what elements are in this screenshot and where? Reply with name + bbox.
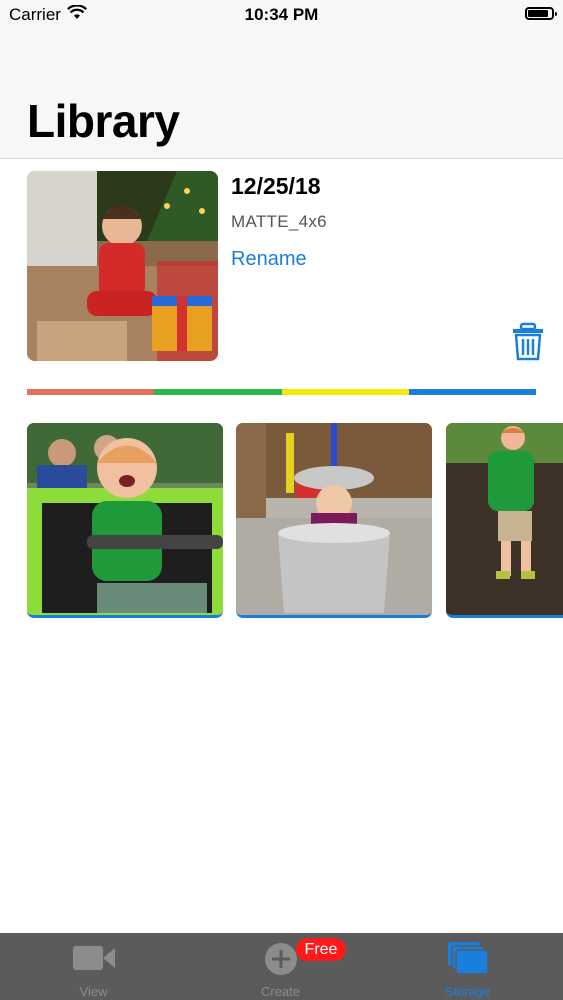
video-camera-icon bbox=[72, 946, 115, 970]
clock: 10:34 PM bbox=[244, 5, 319, 24]
color-segment-blue bbox=[408, 389, 536, 395]
photo-thumbnail[interactable] bbox=[446, 423, 563, 618]
tab-create[interactable]: Create bbox=[187, 933, 374, 1000]
tab-storage[interactable]: Storage bbox=[374, 933, 561, 1000]
photo-thumbnail[interactable] bbox=[236, 423, 432, 618]
card-date: 12/25/18 bbox=[231, 173, 321, 199]
cover-thumbnail[interactable] bbox=[27, 171, 218, 361]
photo-kid-in-trash-can bbox=[236, 423, 432, 615]
battery-icon bbox=[525, 7, 557, 20]
tab-view-label: View bbox=[79, 984, 108, 999]
photo-kid-in-dirt bbox=[446, 423, 563, 615]
color-progress-bar bbox=[27, 389, 536, 395]
tab-bar: View Create Storage bbox=[0, 933, 563, 1000]
stacked-folders-icon bbox=[447, 942, 489, 975]
page-title: Library bbox=[27, 95, 180, 147]
card-format: MATTE_4x6 bbox=[231, 212, 327, 231]
navigation-header: Library bbox=[0, 30, 563, 159]
tab-view[interactable]: View bbox=[0, 933, 187, 1000]
free-badge: Free bbox=[296, 938, 346, 961]
tab-create-label: Create bbox=[260, 984, 301, 999]
photo-kid-with-present bbox=[27, 171, 218, 361]
color-segment-red bbox=[27, 389, 155, 395]
color-segment-yellow bbox=[281, 389, 409, 395]
tab-storage-label: Storage bbox=[444, 984, 491, 999]
rename-button[interactable]: Rename bbox=[231, 248, 307, 271]
plus-circle-icon bbox=[264, 943, 297, 975]
photo-strip[interactable] bbox=[0, 423, 563, 619]
trash-icon[interactable] bbox=[510, 322, 546, 362]
photo-thumbnail[interactable] bbox=[27, 423, 223, 618]
color-segment-green bbox=[154, 389, 282, 395]
photo-kid-in-green-car bbox=[27, 423, 223, 615]
status-bar: Carrier 10:34 PM bbox=[0, 0, 563, 30]
